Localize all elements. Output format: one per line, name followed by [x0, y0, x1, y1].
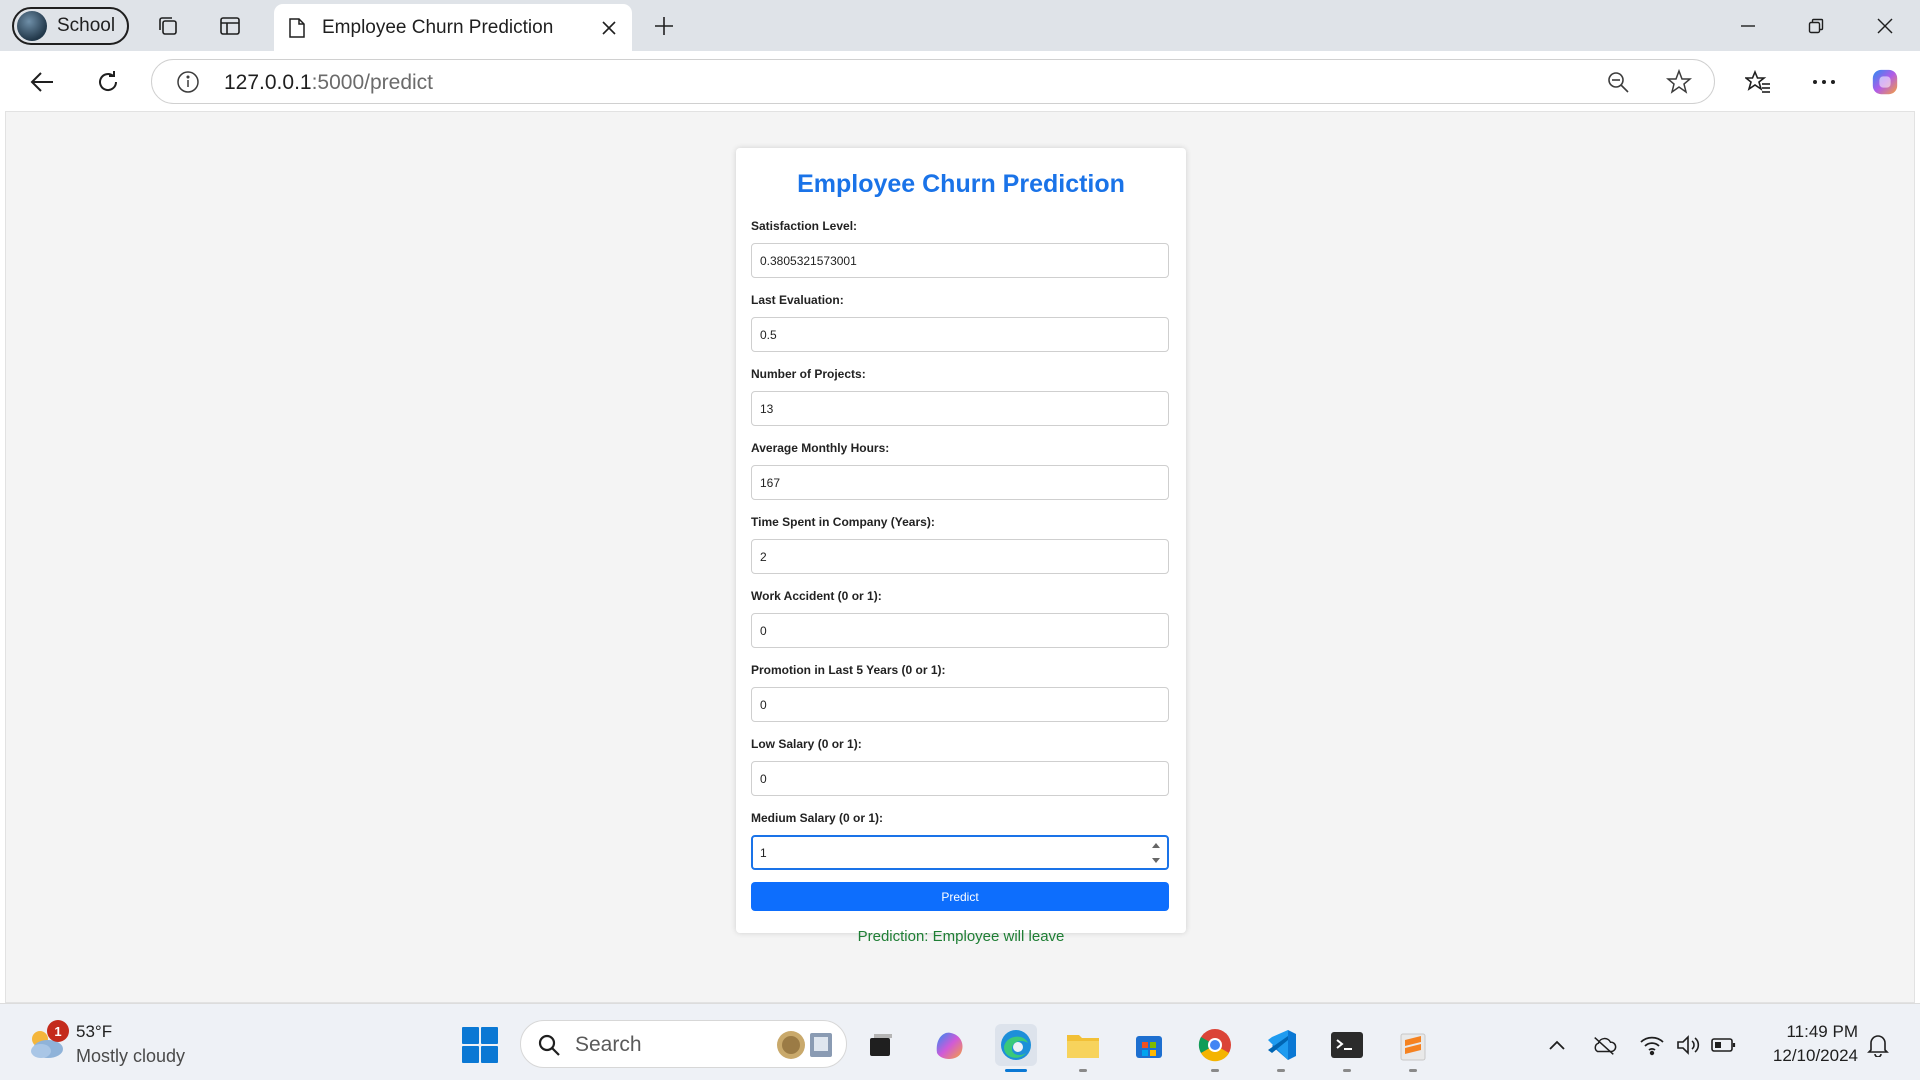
minimize-icon[interactable]	[1734, 12, 1762, 40]
spin-up-icon	[1152, 843, 1160, 848]
windows-taskbar: 1 53°F Mostly cloudy Search 11:49 PM 12/…	[0, 1003, 1920, 1080]
clock-time: 11:49 PM	[1786, 1022, 1858, 1041]
time-spent-company-input[interactable]	[751, 539, 1169, 574]
url-host: 127.0.0.1	[224, 71, 312, 94]
new-tab-icon[interactable]	[651, 13, 677, 39]
vertical-tabs-icon[interactable]	[217, 13, 243, 39]
work-accident-label: Work Accident (0 or 1):	[751, 589, 882, 603]
work-accident-input[interactable]	[751, 613, 1169, 648]
volume-icon[interactable]	[1675, 1032, 1701, 1058]
spin-down-icon	[1152, 858, 1160, 863]
page-title: Employee Churn Prediction	[797, 170, 1125, 198]
page-icon	[286, 17, 308, 39]
profile-label: School	[57, 15, 116, 36]
url-path: :5000/predict	[311, 71, 434, 94]
browser-tab-bar: School Employee Churn Prediction	[0, 0, 1920, 51]
start-button[interactable]	[462, 1027, 498, 1063]
notification-bell-icon[interactable]	[1865, 1032, 1891, 1058]
copilot-taskbar-icon[interactable]	[928, 1024, 970, 1066]
average-monthly-hours-label: Average Monthly Hours:	[751, 441, 890, 455]
sublime-text-icon[interactable]	[1392, 1024, 1434, 1072]
terminal-icon[interactable]	[1326, 1024, 1368, 1072]
profile-button[interactable]: School	[12, 7, 129, 45]
weather-temperature: 53°F	[76, 1022, 113, 1041]
close-window-icon[interactable]	[1871, 12, 1899, 40]
search-highlight-icon	[777, 1031, 832, 1059]
search-placeholder: Search	[575, 1033, 642, 1056]
favorite-star-icon[interactable]	[1665, 68, 1693, 100]
medium-salary-wrapper	[751, 835, 1171, 870]
more-options-icon[interactable]	[1809, 67, 1839, 97]
workspaces-icon[interactable]	[155, 13, 181, 39]
onedrive-cloud-icon[interactable]	[1591, 1032, 1617, 1058]
promotion-last-5-years-input[interactable]	[751, 687, 1169, 722]
number-of-projects-label: Number of Projects:	[751, 367, 866, 381]
last-evaluation-label: Last Evaluation:	[751, 293, 844, 307]
address-bar[interactable]: 127.0.0.1:5000/predict	[151, 59, 1715, 104]
number-spinner[interactable]	[1151, 843, 1161, 863]
copilot-icon[interactable]	[1870, 67, 1900, 97]
url-text[interactable]: 127.0.0.1:5000/predict	[224, 71, 433, 95]
zoom-out-icon[interactable]	[1606, 70, 1630, 99]
browser-toolbar: 127.0.0.1:5000/predict	[0, 51, 1920, 111]
battery-icon[interactable]	[1711, 1032, 1737, 1058]
edge-browser-icon[interactable]	[995, 1024, 1037, 1072]
microsoft-store-icon[interactable]	[1128, 1024, 1170, 1066]
satisfaction-level-input[interactable]	[751, 243, 1169, 278]
average-monthly-hours-input[interactable]	[751, 465, 1169, 500]
low-salary-label: Low Salary (0 or 1):	[751, 737, 862, 751]
search-icon	[538, 1034, 560, 1056]
restore-icon[interactable]	[1802, 12, 1830, 40]
satisfaction-level-label: Satisfaction Level:	[751, 219, 858, 233]
system-clock[interactable]: 11:49 PM 12/10/2024	[1756, 1020, 1858, 1068]
back-arrow-icon[interactable]	[27, 67, 57, 97]
task-view-icon[interactable]	[860, 1024, 902, 1066]
favorites-icon[interactable]	[1743, 67, 1773, 97]
chrome-icon[interactable]	[1194, 1024, 1236, 1072]
time-spent-company-label: Time Spent in Company (Years):	[751, 515, 935, 529]
medium-salary-input[interactable]	[751, 835, 1169, 870]
file-explorer-icon[interactable]	[1062, 1024, 1104, 1072]
tab-title: Employee Churn Prediction	[322, 16, 554, 38]
close-tab-icon[interactable]	[596, 15, 622, 41]
prediction-result: Prediction: Employee will leave	[857, 928, 1065, 945]
wifi-icon[interactable]	[1639, 1032, 1665, 1058]
low-salary-input[interactable]	[751, 761, 1169, 796]
refresh-icon[interactable]	[93, 67, 123, 97]
vscode-icon[interactable]	[1260, 1024, 1302, 1072]
site-info-icon[interactable]	[176, 70, 200, 99]
number-of-projects-input[interactable]	[751, 391, 1169, 426]
profile-avatar	[17, 11, 47, 41]
weather-notification-badge: 1	[47, 1020, 69, 1042]
show-hidden-icons-chevron-up-icon[interactable]	[1544, 1032, 1570, 1058]
tab-employee-churn[interactable]: Employee Churn Prediction	[274, 4, 632, 51]
weather-description: Mostly cloudy	[76, 1046, 186, 1066]
medium-salary-label: Medium Salary (0 or 1):	[751, 811, 884, 825]
last-evaluation-input[interactable]	[751, 317, 1169, 352]
taskbar-search[interactable]: Search	[520, 1020, 847, 1068]
predict-button[interactable]: Predict	[751, 882, 1169, 911]
promotion-last-5-years-label: Promotion in Last 5 Years (0 or 1):	[751, 663, 946, 677]
clock-date: 12/10/2024	[1772, 1046, 1858, 1065]
prediction-form-card: Employee Churn Prediction Satisfaction L…	[736, 148, 1186, 945]
page-viewport: Employee Churn Prediction Satisfaction L…	[5, 111, 1915, 1003]
